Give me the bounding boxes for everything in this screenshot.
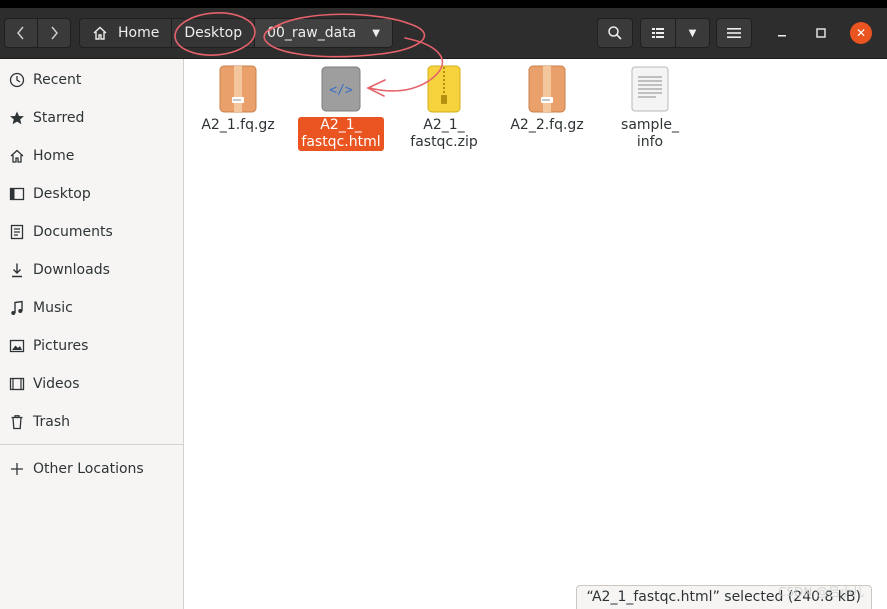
file-name: A2_1.fq.gz (201, 117, 275, 133)
header-bar: Home Desktop 00_raw_data ▼ ▼ ✕ (0, 8, 887, 59)
chevron-left-icon (17, 26, 24, 40)
chevron-right-icon (51, 26, 58, 40)
crumb-desktop-label: Desktop (184, 25, 243, 41)
file-item[interactable]: A2_1_ fastqc.zip (399, 65, 489, 151)
file-name: sample_ info (621, 117, 679, 150)
download-icon (8, 261, 26, 279)
video-icon (8, 375, 26, 393)
music-icon (8, 299, 26, 317)
sidebar-item-documents[interactable]: Documents (0, 214, 183, 250)
file-name: A2_1_ fastqc.html (298, 117, 384, 151)
sidebar-item-label: Recent (33, 72, 82, 88)
menu-button[interactable] (716, 18, 752, 48)
crumb-home-label: Home (118, 25, 160, 41)
sidebar-item-videos[interactable]: Videos (0, 366, 183, 402)
sidebar-item-recent[interactable]: Recent (0, 62, 183, 98)
sidebar-item-label: Desktop (33, 186, 91, 202)
archive-icon (523, 65, 571, 113)
sidebar-item-label: Other Locations (33, 461, 144, 477)
file-view: A2_1.fq.gz </> A2_1_ fastqc.html A2_1_ f… (184, 59, 887, 609)
file-name: A2_1_ fastqc.zip (410, 117, 478, 150)
close-icon: ✕ (850, 22, 872, 44)
maximize-icon (816, 28, 826, 38)
clock-icon (8, 71, 26, 89)
search-icon (608, 26, 622, 40)
file-item[interactable]: A2_1.fq.gz (193, 65, 283, 134)
sidebar-item-other-locations[interactable]: Other Locations (0, 451, 183, 487)
search-button[interactable] (597, 18, 633, 48)
sidebar-item-starred[interactable]: Starred (0, 100, 183, 136)
back-button[interactable] (4, 18, 38, 48)
sidebar-item-trash[interactable]: Trash (0, 404, 183, 440)
list-view-icon (652, 28, 664, 38)
star-icon (8, 109, 26, 127)
crumb-home[interactable]: Home (79, 18, 173, 48)
sidebar-item-label: Trash (33, 414, 70, 430)
sidebar-item-desktop[interactable]: Desktop (0, 176, 183, 212)
picture-icon (8, 337, 26, 355)
caret-down-icon: ▼ (688, 27, 697, 39)
sidebar-item-label: Downloads (33, 262, 110, 278)
document-icon (8, 223, 26, 241)
crumb-desktop[interactable]: Desktop (171, 18, 256, 48)
maximize-button[interactable] (806, 18, 836, 48)
caret-down-icon: ▼ (372, 27, 380, 39)
file-name: A2_2.fq.gz (510, 117, 584, 133)
html-file-icon: </> (317, 65, 365, 113)
crumb-current-label: 00_raw_data (267, 25, 357, 41)
hamburger-icon (727, 28, 741, 38)
text-file-icon (626, 65, 674, 113)
sidebar-item-label: Documents (33, 224, 113, 240)
trash-icon (8, 413, 26, 431)
sidebar: Recent Starred Home Desktop Documents Do… (0, 59, 184, 609)
plus-icon (8, 460, 26, 478)
sidebar-item-label: Home (33, 148, 75, 164)
file-item-selected[interactable]: </> A2_1_ fastqc.html (296, 65, 386, 151)
view-options-button[interactable]: ▼ (675, 18, 710, 48)
desktop-icon (8, 185, 26, 203)
sidebar-item-pictures[interactable]: Pictures (0, 328, 183, 364)
window-top-edge (0, 0, 887, 8)
status-text: “A2_1_fastqc.html” selected (240.8 kB) (586, 589, 861, 605)
close-button[interactable]: ✕ (846, 18, 876, 48)
home-icon (8, 147, 26, 165)
sidebar-divider (0, 444, 183, 445)
crumb-current[interactable]: 00_raw_data ▼ (254, 18, 393, 48)
svg-text:</>: </> (329, 83, 353, 98)
sidebar-item-label: Music (33, 300, 73, 316)
path-bar: Home Desktop 00_raw_data ▼ (79, 18, 393, 48)
sidebar-item-label: Videos (33, 376, 80, 392)
sidebar-item-home[interactable]: Home (0, 138, 183, 174)
sidebar-item-label: Starred (33, 110, 85, 126)
zip-icon (420, 65, 468, 113)
file-item[interactable]: A2_2.fq.gz (502, 65, 592, 134)
forward-button[interactable] (37, 18, 71, 48)
status-bar: “A2_1_fastqc.html” selected (240.8 kB) (575, 585, 872, 609)
sidebar-item-music[interactable]: Music (0, 290, 183, 326)
home-icon (92, 25, 108, 41)
view-list-button[interactable] (640, 18, 676, 48)
minimize-button[interactable] (767, 18, 797, 48)
file-item[interactable]: sample_ info (605, 65, 695, 151)
sidebar-item-label: Pictures (33, 338, 89, 354)
minimize-icon (778, 35, 786, 37)
sidebar-item-downloads[interactable]: Downloads (0, 252, 183, 288)
archive-icon (214, 65, 262, 113)
